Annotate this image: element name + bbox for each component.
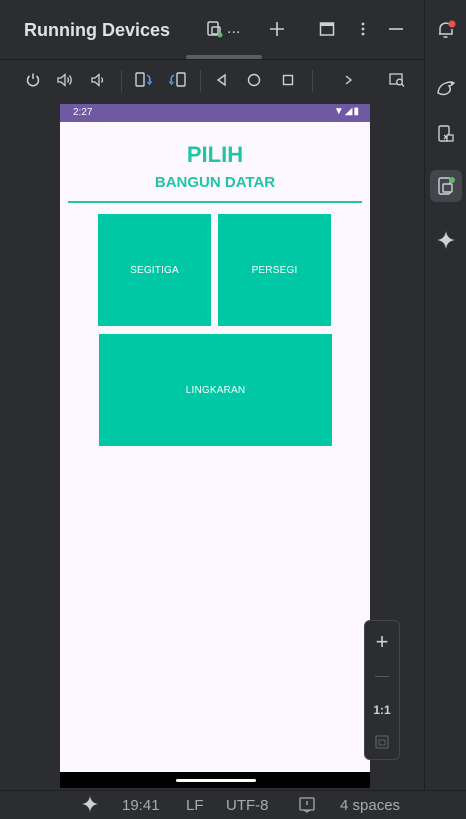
zoom-in-button[interactable]: + xyxy=(365,627,399,657)
rotate-left-icon xyxy=(135,72,153,87)
device-manager-button[interactable] xyxy=(432,120,460,148)
volume-up-button[interactable] xyxy=(51,66,79,94)
power-button[interactable] xyxy=(19,66,47,94)
add-device-button[interactable] xyxy=(264,16,290,42)
window-layout-button[interactable] xyxy=(314,16,340,42)
cursor-position[interactable]: 19:41 xyxy=(122,797,160,814)
back-icon xyxy=(216,73,226,87)
toolbar-separator xyxy=(200,70,201,92)
more-actions-button[interactable] xyxy=(334,66,362,94)
screenshot-button[interactable] xyxy=(383,66,411,94)
right-tool-strip xyxy=(424,0,466,815)
chevron-right-icon xyxy=(345,75,353,85)
running-devices-icon xyxy=(438,177,455,195)
app-subtitle: BANGUN DATAR xyxy=(154,174,276,191)
home-icon xyxy=(247,73,261,87)
ai-status[interactable] xyxy=(80,794,100,818)
zoom-out-button[interactable]: — xyxy=(365,661,399,689)
window-icon xyxy=(319,22,335,36)
file-encoding[interactable]: UTF-8 xyxy=(226,797,269,814)
app-title: PILIH xyxy=(186,142,244,167)
ai-sparkle-icon xyxy=(82,796,98,812)
gemini-gecko-icon xyxy=(437,81,456,96)
ai-sparkle-icon xyxy=(437,231,455,249)
rotate-right-button[interactable] xyxy=(163,66,191,94)
more-options-button[interactable] xyxy=(350,16,376,42)
device-manager-icon xyxy=(438,125,454,142)
volume-up-icon xyxy=(57,73,72,87)
device-tab[interactable] xyxy=(202,16,228,42)
fit-screen-icon xyxy=(375,735,389,749)
status-icons: ▼◢▮ xyxy=(333,106,360,117)
running-devices-button[interactable] xyxy=(430,170,462,202)
memo-icon xyxy=(299,797,315,813)
status-time: 2:27 xyxy=(73,107,93,118)
back-button[interactable] xyxy=(208,66,236,94)
toolbar-separator xyxy=(121,70,122,92)
read-only-toggle[interactable] xyxy=(298,796,316,818)
volume-down-button[interactable] xyxy=(84,66,112,94)
indent-setting[interactable]: 4 spaces xyxy=(340,797,400,814)
persegi-button[interactable]: PERSEGI xyxy=(218,214,331,326)
running-devices-header: Running Devices ... xyxy=(0,0,424,60)
minimize-icon xyxy=(389,28,403,30)
phone-screen[interactable]: 2:27 ▼◢▮ PILIH BANGUN DATAR SEGITIGA PER… xyxy=(60,104,370,788)
android-status-bar: 2:27 ▼◢▮ xyxy=(60,104,370,122)
device-tab-label[interactable]: ... xyxy=(227,20,240,38)
title-divider xyxy=(68,201,362,203)
gemini-gecko-button[interactable] xyxy=(432,74,460,102)
notifications-icon xyxy=(439,20,456,38)
android-nav-bar xyxy=(60,772,370,788)
power-icon xyxy=(26,73,40,87)
gesture-handle[interactable] xyxy=(176,779,256,782)
device-viewport: 2:27 ▼◢▮ PILIH BANGUN DATAR SEGITIGA PER… xyxy=(0,100,424,790)
segitiga-button[interactable]: SEGITIGA xyxy=(98,214,211,326)
panel-title: Running Devices xyxy=(24,20,171,40)
home-button[interactable] xyxy=(240,66,268,94)
line-separator[interactable]: LF xyxy=(186,797,204,814)
rotate-left-button[interactable] xyxy=(130,66,158,94)
zoom-controls: + — 1:1 xyxy=(364,620,400,760)
screenshot-icon xyxy=(389,73,405,87)
volume-down-icon xyxy=(91,73,104,87)
overview-button[interactable] xyxy=(274,66,302,94)
notifications-button[interactable] xyxy=(432,16,460,44)
overview-icon xyxy=(282,74,294,86)
rotate-right-icon xyxy=(168,72,186,87)
lingkaran-button[interactable]: LINGKARAN xyxy=(99,334,332,446)
actual-size-button[interactable]: 1:1 xyxy=(365,697,399,723)
ide-status-bar: 19:41 LF UTF-8 4 spaces xyxy=(0,790,466,819)
ai-assistant-button[interactable] xyxy=(432,226,460,254)
device-tab-icon xyxy=(207,21,223,38)
toolbar-separator xyxy=(312,70,313,92)
device-toolbar xyxy=(0,60,424,100)
more-vertical-icon xyxy=(361,22,365,36)
minimize-button[interactable] xyxy=(383,16,409,42)
add-icon xyxy=(270,22,284,36)
fit-screen-button[interactable] xyxy=(365,729,399,755)
